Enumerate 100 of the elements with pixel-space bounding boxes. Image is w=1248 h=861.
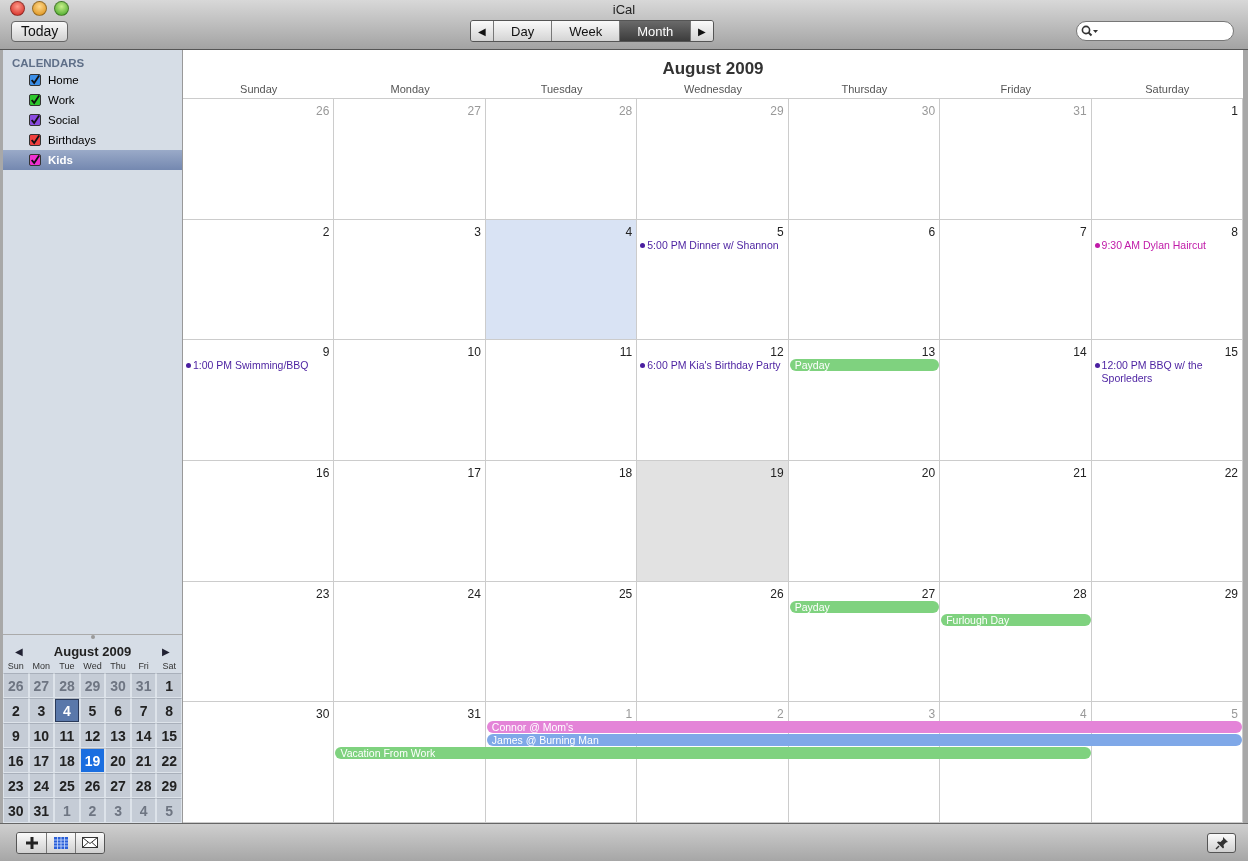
mini-day[interactable]: 12 (79, 723, 106, 748)
mini-day[interactable]: 17 (28, 748, 55, 773)
mini-day[interactable]: 27 (105, 773, 131, 798)
calendar-name: Social (48, 114, 80, 126)
event-title[interactable]: 12:00 PM BBQ w/ the Sporleders (1101, 359, 1243, 386)
mini-day[interactable]: 16 (3, 748, 29, 773)
date-number: 23 (316, 586, 331, 601)
mini-day[interactable]: 1 (156, 673, 182, 698)
day-cell[interactable] (637, 461, 789, 581)
mini-day[interactable]: 13 (105, 723, 131, 748)
pin-button[interactable] (1207, 832, 1236, 853)
mini-day[interactable]: 26 (79, 773, 106, 798)
mini-day[interactable]: 21 (130, 748, 157, 773)
view-tab[interactable]: Week (551, 21, 620, 41)
view-tab[interactable]: Day (493, 21, 552, 41)
date-number: 24 (467, 586, 482, 601)
calendar-item[interactable]: Work (3, 90, 182, 110)
event-title[interactable]: 5:00 PM Dinner w/ Shannon (647, 238, 779, 252)
calendar-item[interactable]: Home (3, 70, 182, 90)
weekday-label: Sat (161, 661, 177, 671)
calendar-name: Kids (48, 154, 73, 166)
checkbox[interactable] (29, 114, 41, 126)
checkbox[interactable] (29, 74, 41, 86)
previous-button[interactable]: ◀ (471, 21, 494, 41)
month-title: August 2009 (661, 58, 765, 79)
weekday-label: Wed (82, 661, 103, 671)
next-button[interactable]: ▶ (690, 21, 714, 41)
mini-day[interactable]: 9 (3, 723, 29, 748)
mini-day[interactable]: 5 (79, 698, 106, 723)
weekday-label: Thursday (840, 82, 889, 95)
weekday-label: Saturday (1144, 82, 1191, 95)
calendar-name: Work (48, 94, 75, 106)
mini-day[interactable]: 25 (54, 773, 80, 798)
all-day-event-continuation[interactable] (940, 747, 1091, 760)
mini-day[interactable]: 11 (54, 723, 80, 748)
date-number: 2 (777, 707, 785, 722)
calendar-name: Home (48, 74, 79, 86)
mini-day[interactable]: 3 (28, 698, 55, 723)
date-number: 6 (928, 224, 937, 239)
mini-day[interactable]: 7 (130, 698, 157, 723)
day-cell[interactable] (485, 219, 638, 340)
zoom-button[interactable] (54, 1, 69, 16)
date-number: 9 (322, 345, 331, 360)
calendar-item[interactable]: Social (3, 110, 182, 130)
month-title: August 2009 (53, 643, 132, 659)
mini-day[interactable]: 24 (28, 773, 55, 798)
calendar-grid-icon (54, 836, 68, 849)
event-title[interactable]: 1:00 PM Swimming/BBQ (193, 359, 309, 373)
next-month-button[interactable]: ▶ (162, 645, 170, 657)
date-number: 20 (921, 466, 937, 480)
date-number: 31 (467, 707, 482, 722)
mini-calendar-toggle[interactable] (46, 832, 75, 853)
date-number: 7 (1079, 224, 1088, 239)
date-number: 30 (921, 104, 937, 118)
mini-day[interactable]: 6 (105, 698, 131, 723)
mini-day[interactable]: 22 (156, 748, 182, 773)
date-number: 28 (1073, 586, 1088, 601)
mini-day[interactable]: 29 (156, 773, 182, 798)
checkbox[interactable] (29, 154, 41, 166)
mini-day[interactable]: 31 (28, 798, 55, 823)
add-button[interactable] (17, 832, 46, 853)
calendar-item[interactable]: Birthdays (3, 130, 182, 150)
view-tab[interactable]: Month (619, 21, 691, 41)
mini-day[interactable]: 15 (156, 723, 182, 748)
date-number: 26 (316, 104, 331, 118)
date-number: 5 (1231, 707, 1239, 722)
all-day-event-continuation[interactable] (1091, 734, 1242, 747)
notifications-button[interactable] (75, 832, 104, 853)
date-number: 4 (625, 224, 634, 239)
minimize-button[interactable] (32, 1, 47, 16)
mini-day[interactable]: 8 (156, 698, 182, 723)
mini-day[interactable]: 10 (28, 723, 55, 748)
event-title[interactable]: 9:30 AM Dylan Haircut (1101, 238, 1207, 252)
search-field[interactable] (1076, 21, 1234, 41)
mini-day[interactable]: 14 (130, 723, 157, 748)
mini-day[interactable]: 28 (130, 773, 157, 798)
weekday-label: Fri (137, 661, 150, 671)
date-number: 2 (322, 224, 331, 239)
date-number: 18 (618, 466, 634, 480)
checkbox[interactable] (29, 134, 41, 146)
weekday-label: Tuesday (539, 82, 584, 95)
mini-day[interactable]: 19 (79, 748, 106, 773)
close-button[interactable] (10, 1, 25, 16)
mini-day[interactable]: 4 (54, 698, 80, 723)
weekday-label: Tue (58, 661, 76, 671)
resize-handle[interactable] (90, 635, 95, 639)
all-day-event-continuation[interactable] (1091, 721, 1242, 734)
date-number: 10 (467, 345, 482, 360)
today-button[interactable]: Today (11, 20, 69, 42)
mini-day[interactable]: 20 (105, 748, 131, 773)
mini-day[interactable]: 23 (3, 773, 29, 798)
calendar-name: Birthdays (48, 134, 96, 146)
date-number: 21 (1073, 466, 1088, 480)
mini-day[interactable]: 2 (3, 698, 29, 723)
checkbox[interactable] (29, 94, 41, 106)
date-number: 4 (1079, 707, 1088, 722)
mini-day[interactable]: 30 (3, 798, 29, 823)
mini-day[interactable]: 18 (54, 748, 80, 773)
previous-month-button[interactable]: ◀ (15, 645, 23, 657)
event-title[interactable]: 6:00 PM Kia's Birthday Party (647, 359, 781, 373)
